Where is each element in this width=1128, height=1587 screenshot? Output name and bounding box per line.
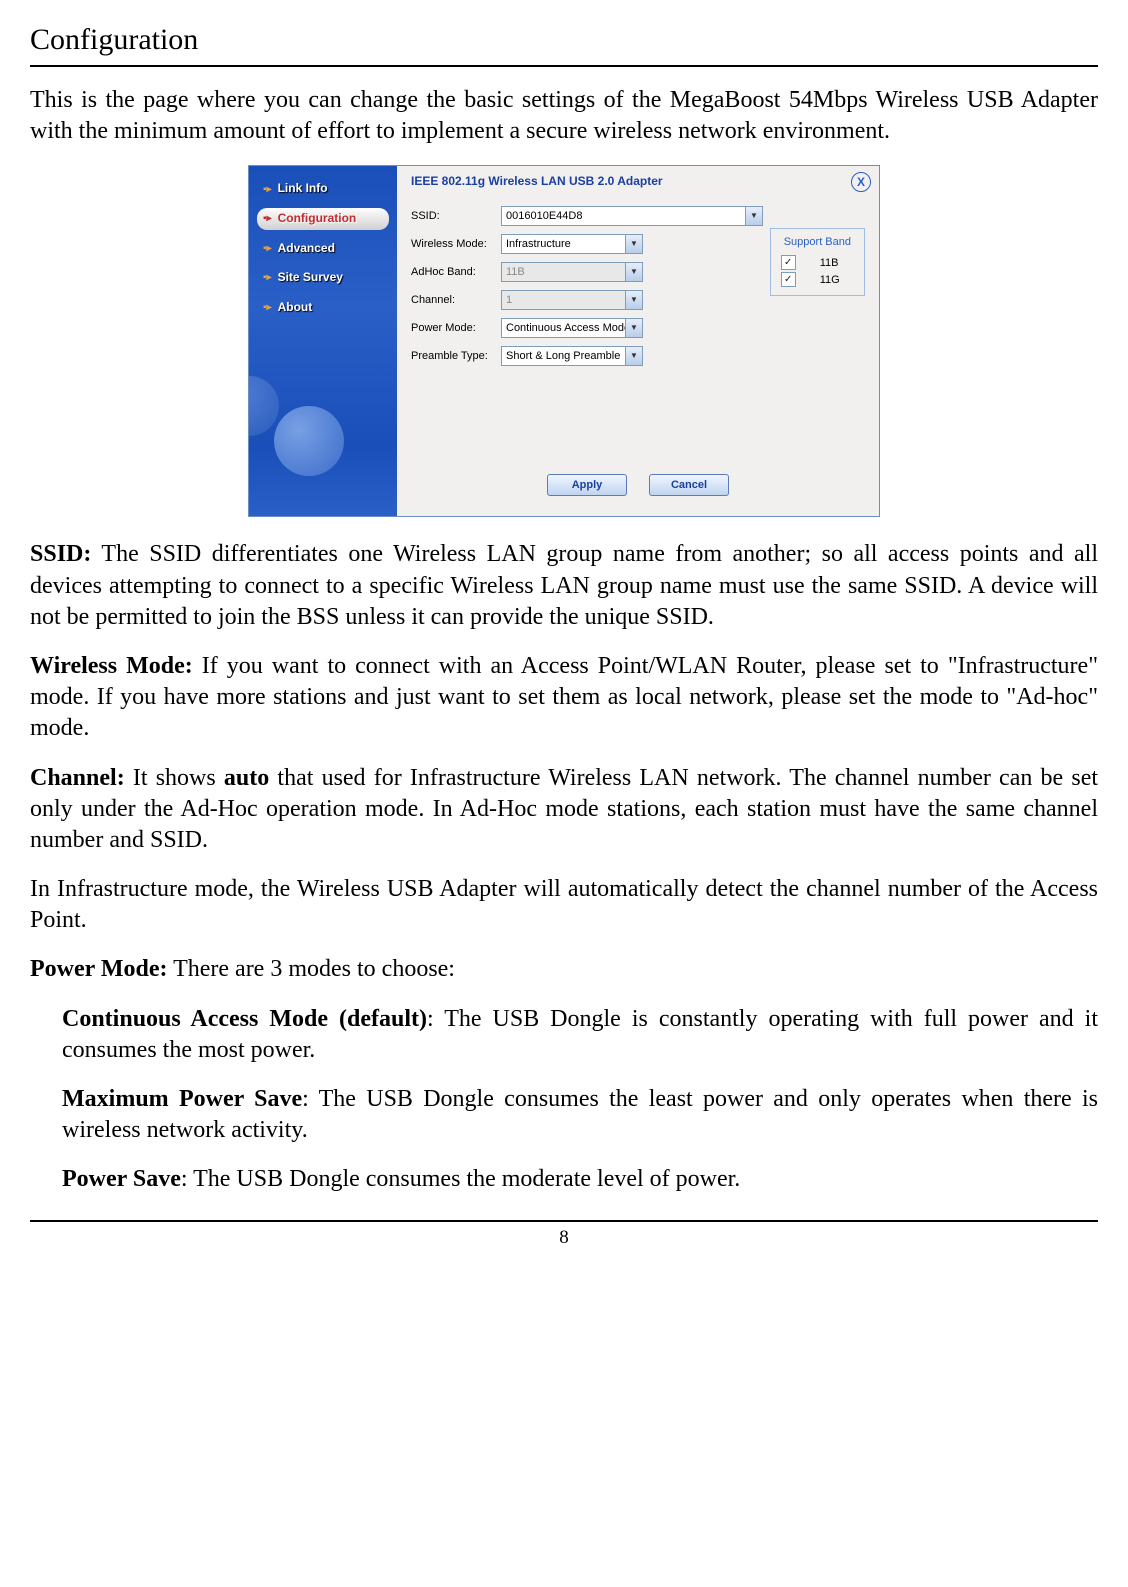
preamble-type-value: Short & Long Preamble xyxy=(502,349,625,363)
label-preamble-type: Preamble Type: xyxy=(411,349,501,363)
ssid-value: 0016010E44D8 xyxy=(502,209,745,223)
nav-label: Advanced xyxy=(278,241,335,257)
screenshot-container: ▪▸ Link Info ▪▸ Configuration ▪▸ Advance… xyxy=(30,165,1098,517)
nav-label: Link Info xyxy=(278,181,328,197)
label-ps-text: Power Save xyxy=(62,1166,181,1192)
content-panel: X IEEE 802.11g Wireless LAN USB 2.0 Adap… xyxy=(397,166,879,516)
nav-site-survey[interactable]: ▪▸ Site Survey xyxy=(257,267,389,289)
dropdown-icon: ▼ xyxy=(625,291,642,309)
label-wireless-mode: Wireless Mode: xyxy=(411,237,501,251)
channel-value: 1 xyxy=(502,293,625,307)
body-ch-a: It shows xyxy=(125,765,224,791)
channel-combo: 1 ▼ xyxy=(501,290,643,310)
nav-label: Configuration xyxy=(278,211,357,227)
sidebar: ▪▸ Link Info ▪▸ Configuration ▪▸ Advance… xyxy=(249,166,397,516)
checkbox-11b[interactable]: ✓ xyxy=(781,255,796,270)
row-wireless-mode: Wireless Mode: Infrastructure ▼ xyxy=(411,234,764,254)
label-adhoc-band: AdHoc Band: xyxy=(411,265,501,279)
form-left-column: SSID: 0016010E44D8 ▼ Wireless Mode: Infr… xyxy=(411,206,764,374)
ssid-combo[interactable]: 0016010E44D8 ▼ xyxy=(501,206,763,226)
label-channel: Channel: xyxy=(411,293,501,307)
row-power-mode: Power Mode: Continuous Access Mode ▼ xyxy=(411,318,764,338)
footer: 8 xyxy=(30,1220,1098,1251)
nav-link-info[interactable]: ▪▸ Link Info xyxy=(257,178,389,200)
nav-about[interactable]: ▪▸ About xyxy=(257,297,389,319)
section-ps: Power Save: The USB Dongle consumes the … xyxy=(62,1164,1098,1195)
label-cam-text: Continuous Access Mode (default) xyxy=(62,1006,427,1032)
body-ssid-text: The SSID differentiates one Wireless LAN… xyxy=(30,541,1098,629)
dropdown-icon: ▼ xyxy=(625,263,642,281)
section-channel-2: In Infrastructure mode, the Wireless USB… xyxy=(30,874,1098,936)
bullet-icon: ▪▸ xyxy=(263,212,272,225)
cancel-button[interactable]: Cancel xyxy=(649,474,729,496)
row-ssid: SSID: 0016010E44D8 ▼ xyxy=(411,206,764,226)
page-number: 8 xyxy=(559,1227,569,1248)
body-ps-text: : The USB Dongle consumes the moderate l… xyxy=(181,1166,740,1192)
label-ch-text: Channel: xyxy=(30,765,125,791)
label-pm-text: Power Mode: xyxy=(30,956,168,982)
bold-auto: auto xyxy=(224,765,269,791)
checkbox-row-11g: ✓ 11G xyxy=(781,272,854,287)
form-area: SSID: 0016010E44D8 ▼ Wireless Mode: Infr… xyxy=(411,206,865,374)
label-wm-text: Wireless Mode: xyxy=(30,653,193,679)
decorative-circle xyxy=(274,406,344,476)
apply-button[interactable]: Apply xyxy=(547,474,627,496)
label-ssid: SSID: xyxy=(411,209,501,223)
row-preamble-type: Preamble Type: Short & Long Preamble ▼ xyxy=(411,346,764,366)
section-channel: Channel: It shows auto that used for Inf… xyxy=(30,763,1098,857)
label-mps-text: Maximum Power Save xyxy=(62,1086,302,1112)
close-button[interactable]: X xyxy=(851,172,871,192)
checkbox-11g[interactable]: ✓ xyxy=(781,272,796,287)
power-mode-value: Continuous Access Mode xyxy=(502,321,625,335)
section-cam: Continuous Access Mode (default): The US… xyxy=(62,1004,1098,1066)
checkbox-label-11g: 11G xyxy=(820,273,840,287)
body-pm-text: There are 3 modes to choose: xyxy=(168,956,455,982)
wireless-mode-combo[interactable]: Infrastructure ▼ xyxy=(501,234,643,254)
bullet-icon: ▪▸ xyxy=(263,301,272,314)
row-adhoc-band: AdHoc Band: 11B ▼ xyxy=(411,262,764,282)
bullet-icon: ▪▸ xyxy=(263,271,272,284)
page-title: Configuration xyxy=(30,20,1098,67)
section-ssid: SSID: The SSID differentiates one Wirele… xyxy=(30,539,1098,633)
bullet-icon: ▪▸ xyxy=(263,242,272,255)
adhoc-band-value: 11B xyxy=(502,265,625,279)
support-band-fieldset: Support Band ✓ 11B ✓ 11G xyxy=(770,228,865,296)
dropdown-icon[interactable]: ▼ xyxy=(625,319,642,337)
wireless-mode-value: Infrastructure xyxy=(502,237,625,251)
label-power-mode: Power Mode: xyxy=(411,321,501,335)
adapter-title: IEEE 802.11g Wireless LAN USB 2.0 Adapte… xyxy=(411,174,865,190)
preamble-type-combo[interactable]: Short & Long Preamble ▼ xyxy=(501,346,643,366)
power-mode-combo[interactable]: Continuous Access Mode ▼ xyxy=(501,318,643,338)
button-row: Apply Cancel xyxy=(397,474,879,496)
dropdown-icon[interactable]: ▼ xyxy=(745,207,762,225)
nav-configuration[interactable]: ▪▸ Configuration xyxy=(257,208,389,230)
bullet-icon: ▪▸ xyxy=(263,183,272,196)
row-channel: Channel: 1 ▼ xyxy=(411,290,764,310)
label-ssid-text: SSID: xyxy=(30,541,91,567)
checkbox-label-11b: 11B xyxy=(820,256,839,270)
decorative-circle xyxy=(249,376,279,436)
nav-label: About xyxy=(278,300,313,316)
adhoc-band-combo: 11B ▼ xyxy=(501,262,643,282)
intro-paragraph: This is the page where you can change th… xyxy=(30,85,1098,147)
dropdown-icon[interactable]: ▼ xyxy=(625,235,642,253)
nav-advanced[interactable]: ▪▸ Advanced xyxy=(257,238,389,260)
app-window: ▪▸ Link Info ▪▸ Configuration ▪▸ Advance… xyxy=(248,165,880,517)
section-mps: Maximum Power Save: The USB Dongle consu… xyxy=(62,1084,1098,1146)
section-power-mode: Power Mode: There are 3 modes to choose: xyxy=(30,954,1098,985)
support-band-legend: Support Band xyxy=(781,235,854,249)
section-wireless-mode: Wireless Mode: If you want to connect wi… xyxy=(30,651,1098,745)
dropdown-icon[interactable]: ▼ xyxy=(625,347,642,365)
checkbox-row-11b: ✓ 11B xyxy=(781,255,854,270)
nav-label: Site Survey xyxy=(278,270,343,286)
